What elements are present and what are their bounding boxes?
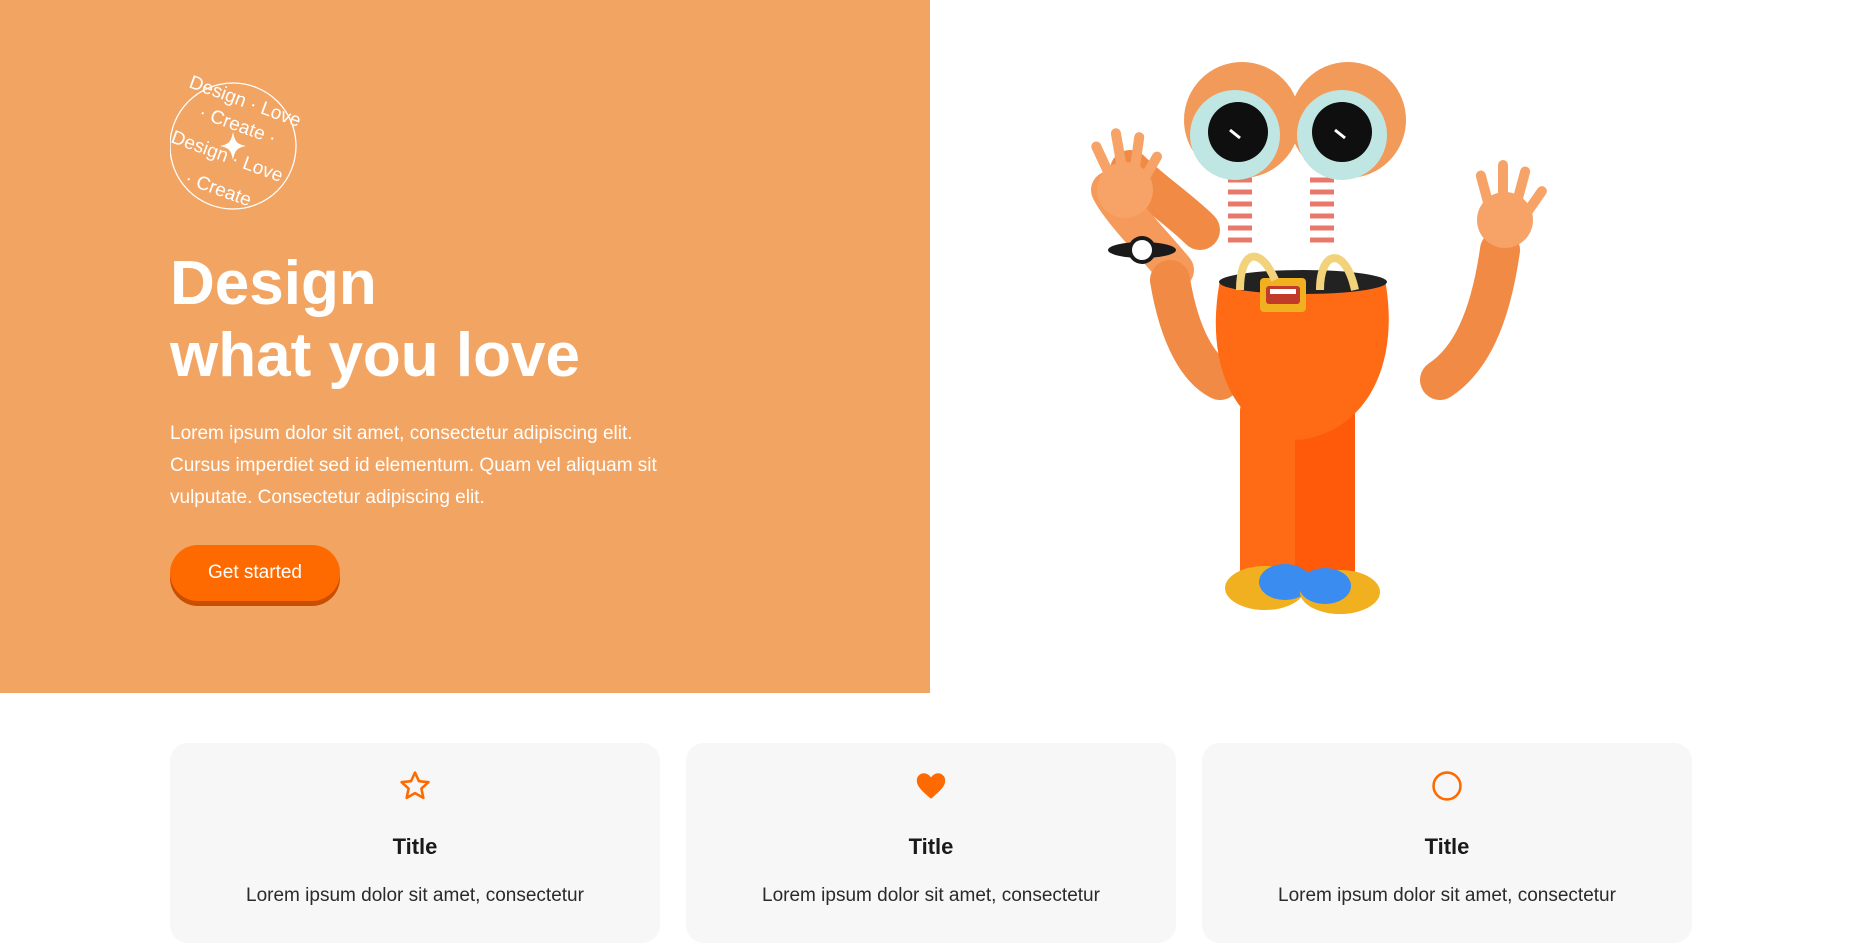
card-title: Title xyxy=(392,834,438,859)
card-title: Title xyxy=(1424,834,1470,859)
hero-title-line-1: Design xyxy=(170,249,377,318)
badge-graphic: Design · Love · Create · Design · Love ·… xyxy=(170,72,300,210)
hero-title-line-2: what you love xyxy=(170,321,580,390)
heart-icon xyxy=(686,769,1176,803)
hero-character-illustration xyxy=(1080,60,1560,640)
svg-text:· Create: · Create xyxy=(182,168,254,210)
rotating-badge: Design · Love · Create · Design · Love ·… xyxy=(170,62,300,210)
card-text: Lorem ipsum dolor sit amet, consectetur xyxy=(762,885,1100,906)
feature-card: Title Lorem ipsum dolor sit amet, consec… xyxy=(170,743,660,943)
feature-card: Title Lorem ipsum dolor sit amet, consec… xyxy=(1202,743,1692,943)
star-outline-icon xyxy=(170,769,660,803)
card-text: Lorem ipsum dolor sit amet, consectetur xyxy=(1278,885,1616,906)
feature-cards: Title Lorem ipsum dolor sit amet, consec… xyxy=(170,743,1692,943)
hero-description: Lorem ipsum dolor sit amet, consectetur … xyxy=(170,423,657,508)
circle-outline-icon xyxy=(1202,769,1692,803)
get-started-button[interactable]: Get started xyxy=(170,545,340,601)
card-text: Lorem ipsum dolor sit amet, consectetur xyxy=(246,885,584,906)
card-title: Title xyxy=(908,834,954,859)
hero-title: Design what you love xyxy=(170,248,580,392)
feature-card: Title Lorem ipsum dolor sit amet, consec… xyxy=(686,743,1176,943)
hero-section: Design · Love · Create · Design · Love ·… xyxy=(0,0,930,693)
